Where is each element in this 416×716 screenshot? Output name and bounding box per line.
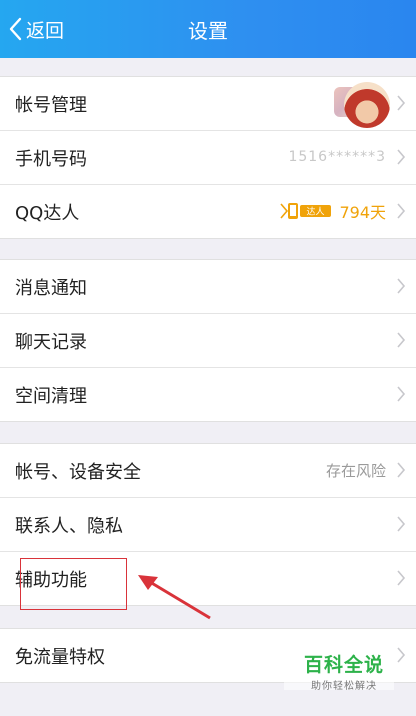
watermark-sub: 助你轻松解决	[310, 681, 377, 692]
account-security-label: 帐号、设备安全	[15, 462, 141, 483]
security-status: 存在风险	[325, 462, 386, 480]
chevron-right-icon	[397, 570, 406, 586]
chevron-right-icon	[397, 149, 406, 165]
account-management-row[interactable]: 帐号管理	[0, 77, 416, 131]
watermark-main: 百科全说	[303, 654, 384, 676]
space-cleanup-row[interactable]: 空间清理	[0, 368, 416, 421]
expert-badge-text: 达人	[307, 206, 325, 218]
chevron-right-icon	[397, 332, 406, 348]
qq-expert-badge: 达人 794天	[279, 199, 386, 223]
phone-number-value: 1516******3	[288, 149, 386, 165]
message-notify-label: 消息通知	[15, 278, 87, 299]
chevron-right-icon	[397, 203, 406, 219]
chevron-right-icon	[397, 462, 406, 478]
page-title: 设置	[188, 19, 228, 43]
top-bar: 返回 设置	[0, 0, 416, 58]
chevron-right-icon	[397, 95, 406, 111]
phone-number-label: 手机号码	[15, 149, 87, 170]
chevron-right-icon	[397, 647, 406, 663]
account-group: 帐号管理 手机号码 1516******3 QQ达人 达人 794天	[0, 76, 416, 239]
expert-badge-icon: 达人	[280, 203, 332, 219]
contacts-privacy-row[interactable]: 联系人、隐私	[0, 498, 416, 552]
expert-days: 794天	[339, 203, 386, 222]
contacts-privacy-label: 联系人、隐私	[15, 516, 123, 537]
account-management-label: 帐号管理	[15, 95, 87, 116]
chevron-right-icon	[397, 278, 406, 294]
qq-expert-row[interactable]: QQ达人 达人 794天	[0, 185, 416, 238]
qq-expert-label: QQ达人	[15, 203, 80, 224]
annotation-arrow-icon	[138, 575, 211, 620]
message-group: 消息通知 聊天记录 空间清理	[0, 259, 416, 422]
annotation-highlight-box	[20, 558, 127, 610]
chat-history-row[interactable]: 聊天记录	[0, 314, 416, 368]
chevron-right-icon	[397, 386, 406, 402]
avatar	[344, 82, 390, 128]
free-data-label: 免流量特权	[15, 647, 105, 668]
message-notify-row[interactable]: 消息通知	[0, 260, 416, 314]
chat-history-label: 聊天记录	[15, 332, 87, 353]
watermark: 百科全说 助你轻松解决	[304, 650, 384, 692]
space-cleanup-label: 空间清理	[15, 386, 87, 407]
chevron-right-icon	[397, 516, 406, 532]
account-security-row[interactable]: 帐号、设备安全 存在风险	[0, 444, 416, 498]
phone-number-row[interactable]: 手机号码 1516******3	[0, 131, 416, 185]
